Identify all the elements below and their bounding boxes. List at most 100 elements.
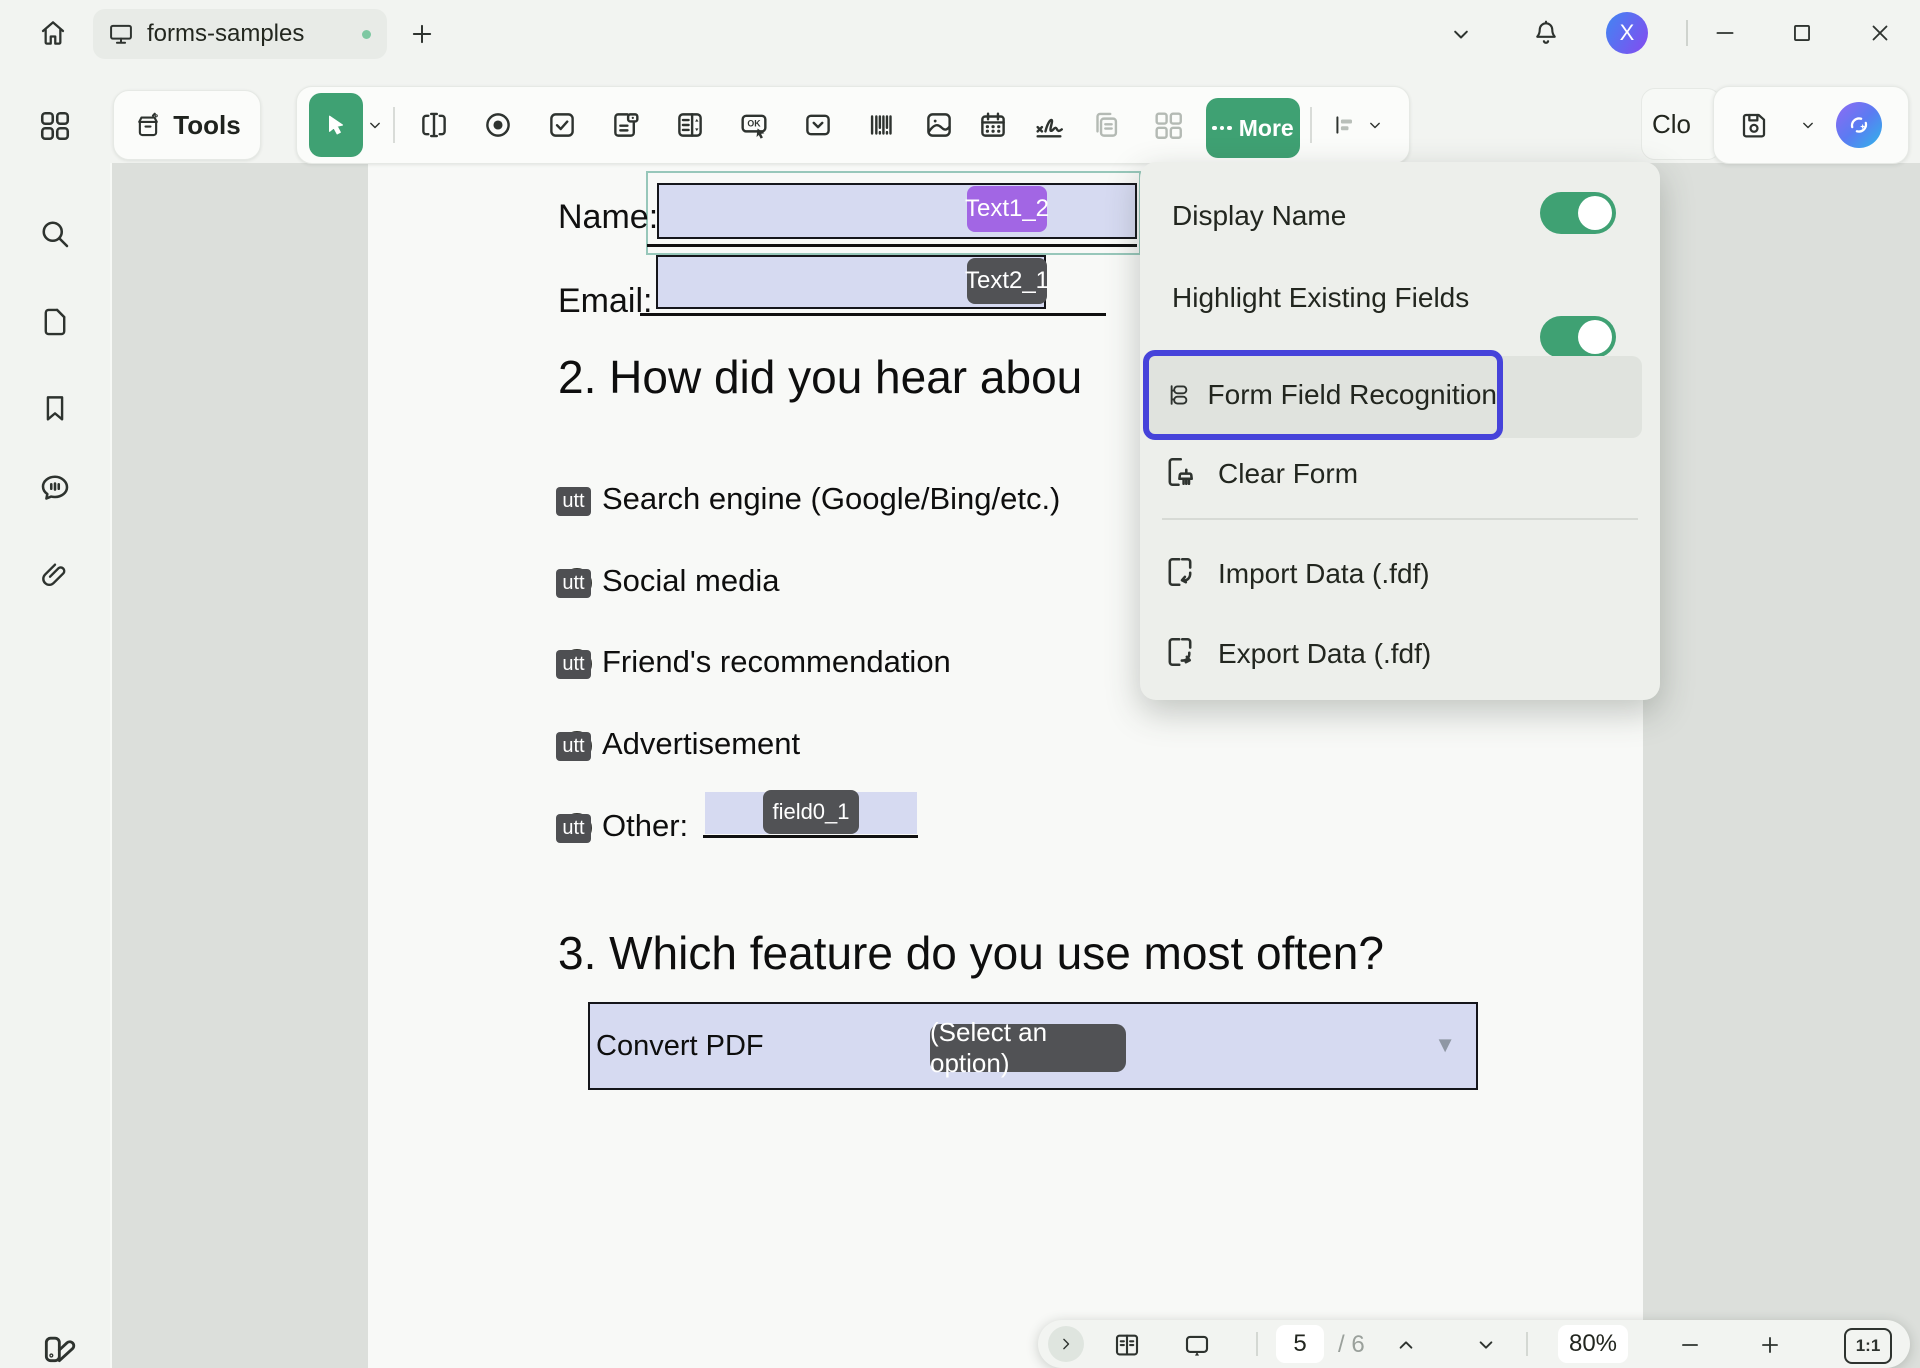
highlight-fields-label: Highlight Existing Fields: [1172, 282, 1469, 314]
combo-value: Convert PDF: [596, 1030, 764, 1063]
image-field-button[interactable]: [922, 108, 956, 142]
push-button-icon: OK: [737, 108, 771, 142]
home-button[interactable]: [30, 11, 76, 55]
combo-box-icon: [609, 108, 643, 142]
notifications-button[interactable]: [1528, 15, 1564, 51]
option-label: Search engine (Google/Bing/etc.): [602, 481, 1060, 517]
save-dropdown[interactable]: [1796, 113, 1820, 137]
signature-icon: [1032, 108, 1066, 142]
next-page-button[interactable]: [1470, 1330, 1502, 1360]
list-box-field-button[interactable]: [673, 108, 707, 142]
signature-field-button[interactable]: [1032, 108, 1066, 142]
menu-item-export-data[interactable]: Export Data (.fdf): [1218, 638, 1431, 670]
checkbox-icon: [545, 108, 579, 142]
select-tool-button[interactable]: [309, 93, 363, 157]
more-button[interactable]: More: [1206, 98, 1300, 158]
option-label: Advertisement: [602, 726, 800, 762]
image-field-icon: [922, 108, 956, 142]
sidebar-item-panels[interactable]: [37, 108, 73, 144]
plus-icon: [408, 20, 436, 48]
combo-box-field-button[interactable]: [609, 108, 643, 142]
reading-mode-button[interactable]: [1110, 1328, 1144, 1362]
sidebar-item-thumbnails[interactable]: [37, 304, 73, 340]
sidebar-item-bookmarks[interactable]: [37, 390, 73, 426]
arrange-button[interactable]: [1329, 109, 1361, 141]
bell-icon: [1531, 18, 1561, 48]
feature-combo-box[interactable]: Convert PDF (Select an option) ▼: [588, 1002, 1478, 1090]
brand-logo-button[interactable]: [34, 1328, 80, 1368]
save-button[interactable]: [1736, 107, 1772, 143]
tab-title: forms-samples: [147, 20, 304, 48]
date-field-button[interactable]: [976, 108, 1010, 142]
menu-item-clear-form[interactable]: Clear Form: [1218, 458, 1358, 490]
checkbox-field[interactable]: utt: [556, 487, 591, 516]
avatar[interactable]: X: [1606, 12, 1648, 54]
minimize-button[interactable]: [1705, 13, 1745, 53]
display-name-toggle[interactable]: [1540, 192, 1616, 234]
tools-button[interactable]: Tools: [113, 90, 261, 160]
minus-icon: [1677, 1332, 1703, 1358]
highlight-fields-toggle[interactable]: [1540, 316, 1616, 358]
sidebar-item-search[interactable]: [37, 216, 73, 252]
section3-heading: 3. Which feature do you use most often?: [558, 926, 1384, 980]
page-number-input[interactable]: 5: [1276, 1325, 1324, 1363]
ai-swirl-icon: [1842, 108, 1876, 142]
duplicate-icon: [1089, 108, 1123, 142]
presentation-icon: [1182, 1330, 1212, 1360]
radio-field-badge: utt: [556, 569, 591, 598]
minimize-icon: [1712, 20, 1738, 46]
push-button-field-button[interactable]: OK: [737, 108, 771, 142]
clear-form-icon: [1162, 454, 1198, 490]
sidebar-item-attachments[interactable]: [37, 558, 73, 594]
unsaved-dot: [362, 30, 371, 39]
ai-assistant-button[interactable]: [1836, 102, 1882, 148]
statusbar-divider: [1256, 1332, 1258, 1356]
close-window-button[interactable]: [1860, 13, 1900, 53]
radio-button-field-button[interactable]: [481, 108, 515, 142]
barcode-field-button[interactable]: [865, 108, 899, 142]
previous-page-button[interactable]: [1390, 1330, 1422, 1360]
combo-arrow-icon[interactable]: ▼: [1434, 1032, 1456, 1058]
presentation-mode-button[interactable]: [1180, 1328, 1214, 1362]
sidebar-item-comments[interactable]: [37, 470, 73, 506]
duplicate-fields-button[interactable]: [1089, 108, 1123, 142]
arrange-dropdown[interactable]: [1363, 113, 1387, 137]
align-fields-button[interactable]: [1151, 108, 1185, 142]
radio-field-badge: utt: [556, 732, 591, 761]
expand-statusbar-button[interactable]: [1048, 1326, 1084, 1362]
toolbar-divider: [1310, 107, 1312, 143]
more-label: More: [1239, 115, 1294, 142]
new-tab-button[interactable]: [404, 16, 440, 52]
tabs-dropdown-button[interactable]: [1446, 19, 1476, 49]
text-field-button[interactable]: [417, 108, 451, 142]
tools-icon: [133, 110, 163, 140]
checkbox-field-button[interactable]: [545, 108, 579, 142]
select-tool-dropdown[interactable]: [363, 113, 387, 137]
search-icon: [37, 216, 73, 252]
document-tab[interactable]: forms-samples: [93, 9, 387, 59]
name-text-field[interactable]: [657, 183, 1137, 239]
other-field-badge: field0_1: [763, 790, 859, 834]
display-name-label: Display Name: [1172, 200, 1346, 232]
dropdown-field-button[interactable]: [801, 108, 835, 142]
zoom-in-button[interactable]: [1754, 1330, 1786, 1360]
bookmark-icon: [38, 391, 72, 425]
chevron-down-icon: [1473, 1332, 1499, 1358]
menu-item-form-field-recognition[interactable]: Form Field Recognition: [1143, 350, 1503, 440]
save-toolbar: [1713, 86, 1909, 164]
menu-item-import-data[interactable]: Import Data (.fdf): [1218, 558, 1430, 590]
form-toolbar: OK: [296, 86, 1410, 164]
close-form-mode-button[interactable]: Clo: [1641, 88, 1721, 160]
zoom-out-button[interactable]: [1674, 1330, 1706, 1360]
email-underline: [640, 313, 1106, 316]
actual-size-button[interactable]: 1:1: [1844, 1328, 1892, 1364]
save-icon: [1738, 109, 1770, 141]
chevron-up-icon: [1393, 1332, 1419, 1358]
maximize-icon: [1789, 20, 1815, 46]
zoom-level-input[interactable]: 80%: [1558, 1325, 1628, 1363]
monitor-icon: [107, 20, 135, 48]
maximize-button[interactable]: [1782, 13, 1822, 53]
ellipsis-icon: [1212, 126, 1232, 131]
option-label: Friend's recommendation: [602, 644, 951, 680]
grid-icon: [37, 108, 73, 144]
